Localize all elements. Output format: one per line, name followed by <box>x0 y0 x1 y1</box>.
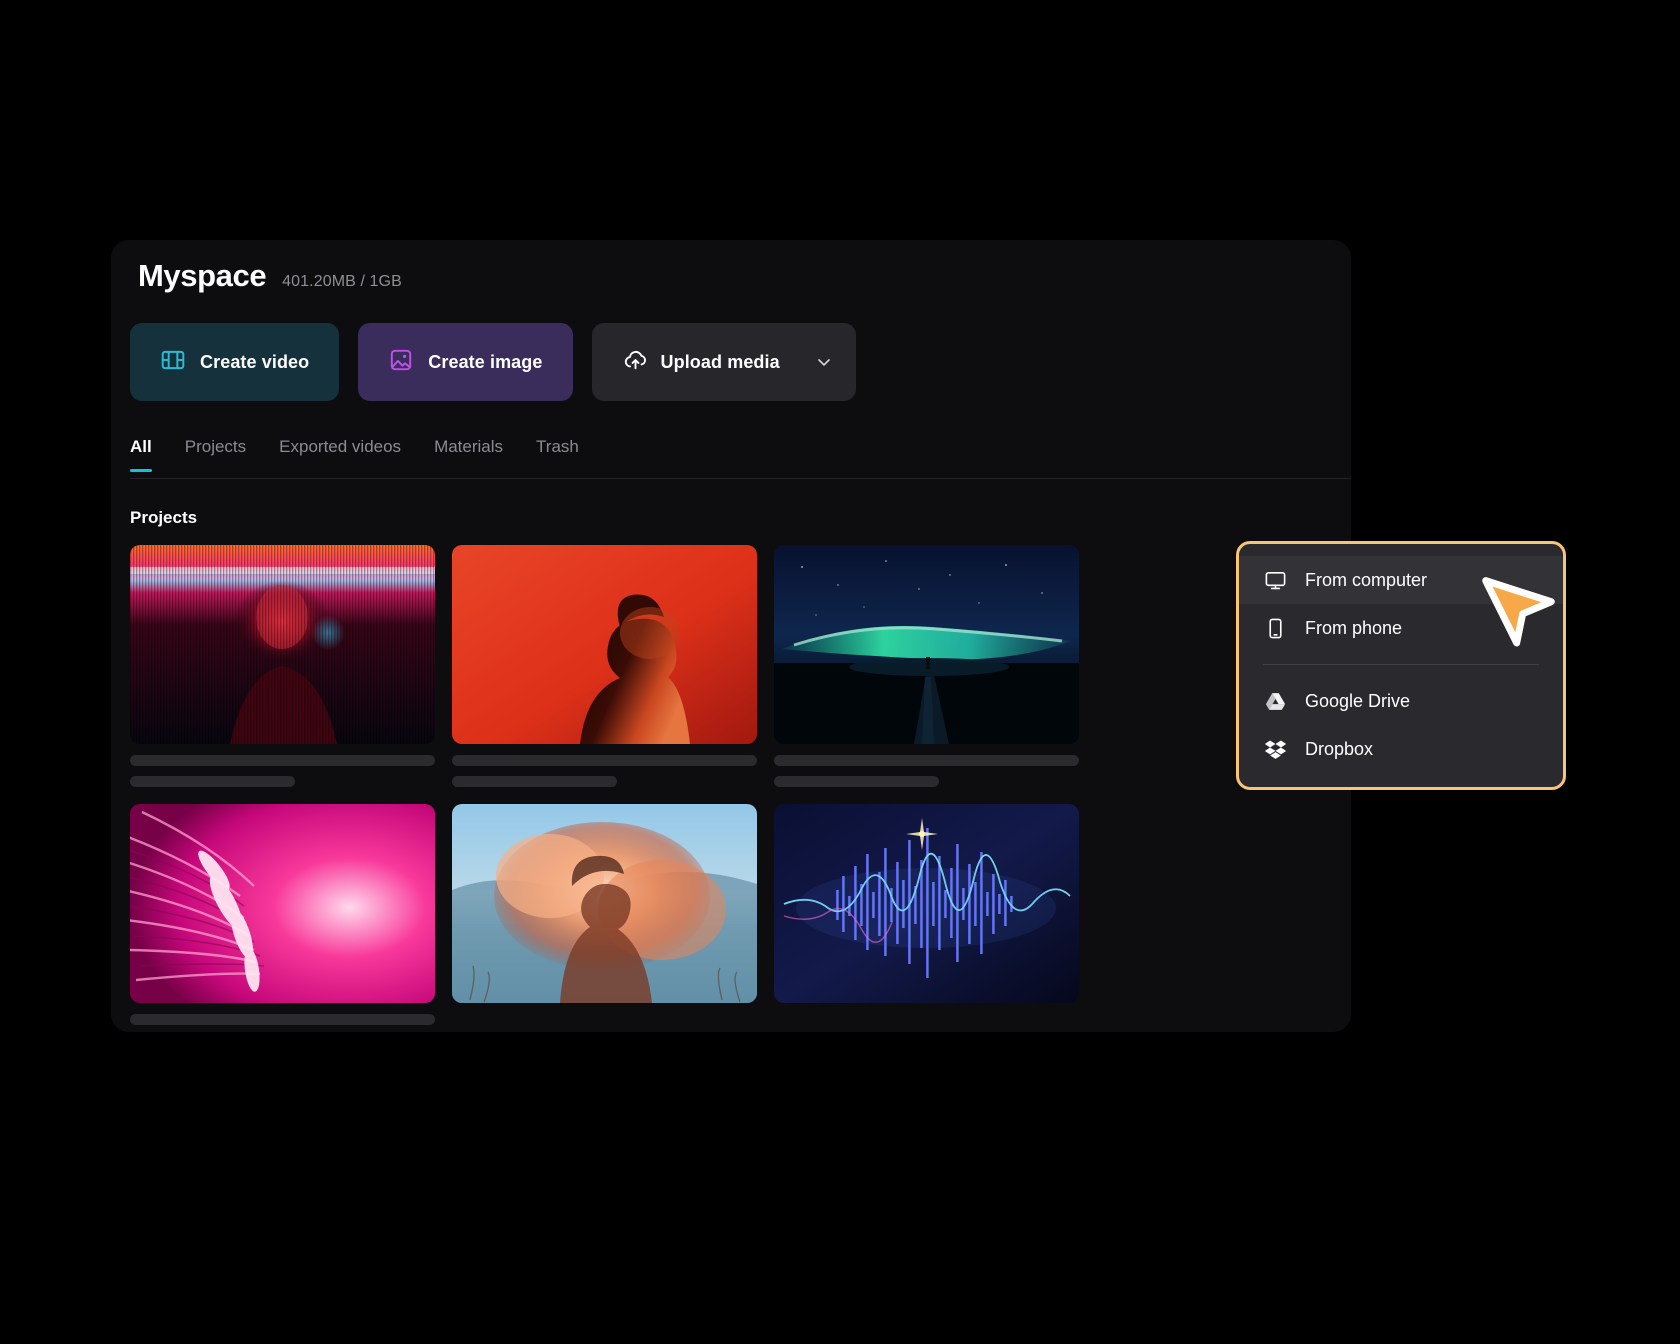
project-thumbnail-audio-waveform[interactable] <box>774 804 1079 1003</box>
section-title-projects: Projects <box>130 508 198 527</box>
app-window: Myspace 401.20MB / 1GB Create video Crea… <box>111 240 1351 1032</box>
project-subtitle-skeleton <box>452 776 617 787</box>
project-title-skeleton <box>452 755 757 766</box>
menu-item-google-drive[interactable]: Google Drive <box>1239 677 1563 725</box>
cloud-upload-icon <box>622 346 649 378</box>
upload-media-button[interactable]: Upload media <box>591 323 856 401</box>
create-image-button[interactable]: Create image <box>358 323 573 401</box>
project-card <box>774 804 1079 1032</box>
google-drive-icon <box>1263 689 1287 713</box>
project-subtitle-skeleton <box>130 776 295 787</box>
project-card <box>452 545 757 787</box>
window-header: Myspace 401.20MB / 1GB <box>138 258 402 294</box>
project-card <box>130 804 435 1032</box>
menu-item-label: Google Drive <box>1305 690 1411 711</box>
upload-media-dropdown-menu: From computer From phone Google Drive Dr… <box>1236 541 1566 790</box>
project-title-skeleton <box>130 755 435 766</box>
menu-item-label: From computer <box>1305 569 1428 590</box>
image-icon <box>388 347 414 378</box>
monitor-icon <box>1263 568 1287 592</box>
menu-item-label: Dropbox <box>1305 738 1374 759</box>
page-title: Myspace <box>138 258 267 293</box>
dropbox-icon <box>1263 737 1287 761</box>
tab-materials[interactable]: Materials <box>434 437 503 471</box>
project-thumbnail-red-portrait[interactable] <box>452 545 757 744</box>
project-thumbnail-glitch-portrait[interactable] <box>130 545 435 744</box>
chevron-down-icon[interactable] <box>814 352 834 372</box>
projects-grid: 01 01 01 10 <box>130 545 1351 1032</box>
create-image-label: Create image <box>428 351 543 372</box>
project-card <box>130 545 435 787</box>
storage-usage-label: 401.20MB / 1GB <box>282 273 402 290</box>
create-video-label: Create video <box>200 351 310 372</box>
menu-item-dropbox[interactable]: Dropbox <box>1239 725 1563 773</box>
project-card <box>452 804 757 1032</box>
tab-bar: All Projects Exported videos Materials T… <box>130 437 1351 479</box>
project-thumbnail-smoke-figure[interactable] <box>452 804 757 1003</box>
phone-icon <box>1263 616 1287 640</box>
project-card <box>774 545 1079 787</box>
project-subtitle-skeleton <box>774 776 939 787</box>
tab-projects[interactable]: Projects <box>185 437 246 471</box>
upload-media-label: Upload media <box>660 351 780 372</box>
project-thumbnail-aurora-road[interactable] <box>774 545 1079 744</box>
tab-exported-videos[interactable]: Exported videos <box>279 437 401 471</box>
menu-divider <box>1263 664 1539 665</box>
menu-item-from-computer[interactable]: From computer <box>1239 556 1563 604</box>
project-title-skeleton <box>130 1014 435 1025</box>
project-title-skeleton <box>774 755 1079 766</box>
action-bar: Create video Create image Upload media <box>130 323 856 401</box>
create-video-button[interactable]: Create video <box>130 323 340 401</box>
tab-trash[interactable]: Trash <box>536 437 579 471</box>
project-thumbnail-pink-flower[interactable] <box>130 804 435 1003</box>
film-icon <box>160 347 186 378</box>
menu-item-label: From phone <box>1305 617 1403 638</box>
menu-item-from-phone[interactable]: From phone <box>1239 604 1563 652</box>
tab-all[interactable]: All <box>130 437 152 472</box>
